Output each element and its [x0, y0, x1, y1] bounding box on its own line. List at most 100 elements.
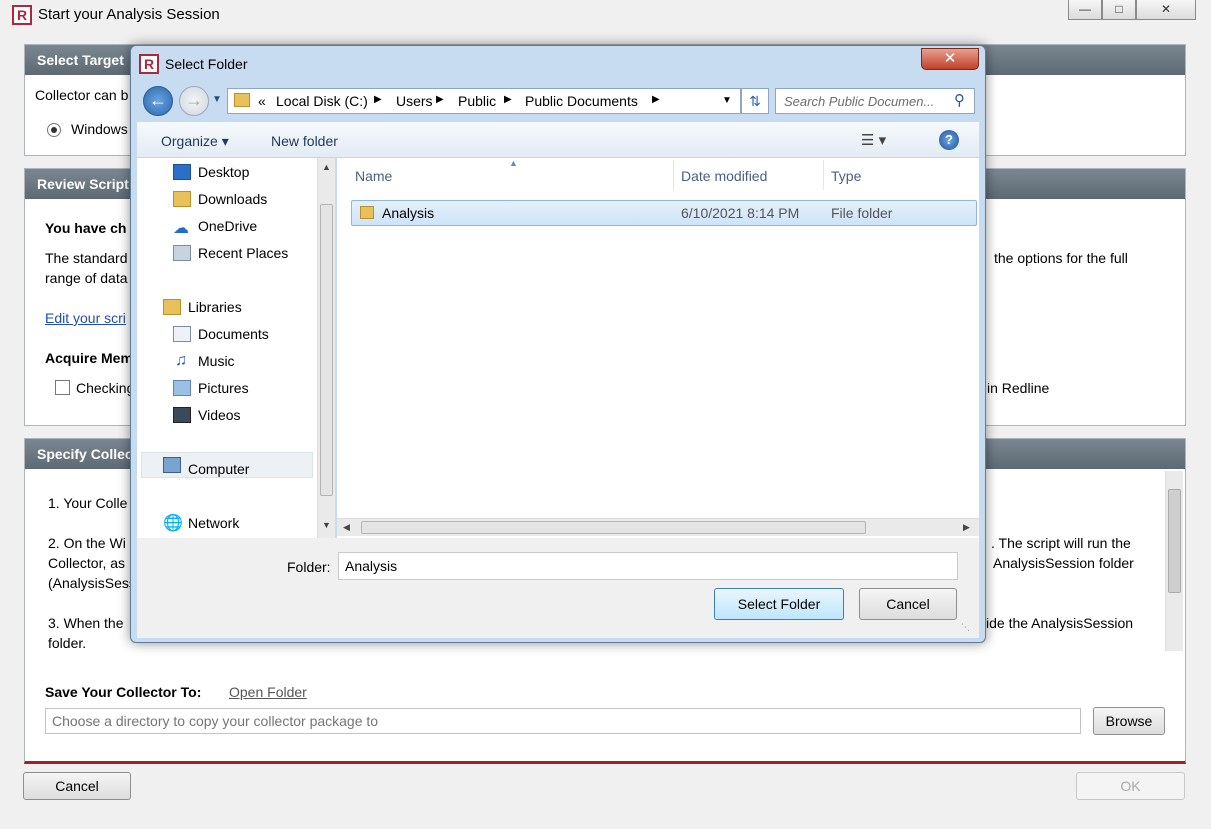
column-header-date[interactable]: Date modified	[681, 168, 767, 184]
folder-input[interactable]: Analysis	[338, 552, 958, 580]
minimize-button[interactable]: —	[1068, 0, 1102, 20]
select-folder-button[interactable]: Select Folder	[714, 588, 844, 620]
breadcrumb-local-disk[interactable]: Local Disk (C:)	[276, 93, 368, 109]
nav-scrollbar[interactable]: ▲ ▼	[317, 158, 335, 538]
review-bold-text: You have ch	[45, 220, 127, 236]
new-folder-button[interactable]: New folder	[271, 133, 338, 149]
network-icon: 🌐	[163, 515, 183, 532]
recent-places-icon	[173, 245, 191, 261]
step3-line1: 3. When the	[48, 615, 124, 631]
acquire-memory-checkbox[interactable]	[55, 380, 70, 395]
acquire-memory-right-text: in Redline	[987, 380, 1050, 396]
close-button[interactable]: ✕	[1136, 0, 1196, 20]
organize-button[interactable]: Organize ▾	[161, 133, 229, 150]
dialog-toolbar: Organize ▾ New folder ☰ ▾ ?	[137, 122, 979, 158]
edit-script-link[interactable]: Edit your scri	[45, 310, 126, 326]
column-divider[interactable]	[823, 160, 824, 190]
file-list-pane: ▲ Name Date modified Type Analysis 6/10/…	[337, 158, 979, 538]
search-placeholder: Search Public Documen...	[784, 94, 935, 109]
search-icon[interactable]: ⚲	[954, 91, 965, 109]
nav-item-documents[interactable]: Documents	[198, 326, 269, 342]
file-horizontal-scrollbar[interactable]: ◀ ▶	[337, 518, 979, 536]
instructions-scrollbar[interactable]	[1165, 471, 1183, 651]
forward-button[interactable]: →	[179, 86, 209, 116]
downloads-icon	[173, 191, 191, 207]
review-paragraph-line2: range of data	[45, 270, 128, 286]
nav-scrollbar-thumb[interactable]	[320, 204, 333, 496]
nav-item-recent-places[interactable]: Recent Places	[198, 245, 288, 261]
scrollbar-thumb[interactable]	[1168, 489, 1181, 593]
nav-item-computer[interactable]: Computer	[188, 461, 249, 477]
nav-item-pictures[interactable]: Pictures	[198, 380, 249, 396]
cancel-button[interactable]: Cancel	[23, 772, 131, 800]
back-button[interactable]: ←	[143, 86, 173, 116]
scroll-right-icon[interactable]: ▶	[963, 522, 970, 533]
nav-item-downloads[interactable]: Downloads	[198, 191, 267, 207]
resize-grip-icon[interactable]: ⋱	[961, 622, 970, 633]
scroll-left-icon[interactable]: ◀	[343, 522, 350, 533]
column-header-type[interactable]: Type	[831, 168, 861, 184]
file-type: File folder	[831, 205, 893, 221]
scroll-down-icon[interactable]: ▼	[322, 520, 331, 530]
pictures-icon	[173, 380, 191, 396]
refresh-button[interactable]: ⇅	[741, 88, 769, 114]
address-bar[interactable]: « Local Disk (C:) ▶ Users ▶ Public ▶ Pub…	[227, 88, 741, 114]
refresh-icon: ⇅	[749, 93, 761, 109]
horizontal-scrollbar-thumb[interactable]	[361, 521, 866, 534]
step2-line2: Collector, as	[48, 555, 126, 571]
breadcrumb-separator-icon[interactable]: ▶	[374, 94, 382, 105]
review-paragraph-line1: The standard	[45, 250, 128, 266]
breadcrumb-public-documents[interactable]: Public Documents	[525, 93, 638, 109]
breadcrumb-overflow[interactable]: «	[258, 93, 266, 109]
breadcrumb-separator-icon[interactable]: ▶	[436, 94, 444, 105]
radio-dot	[51, 127, 57, 133]
nav-item-videos[interactable]: Videos	[198, 407, 241, 423]
select-folder-dialog: R Select Folder ✕ ← → ▼ « Local Disk (C:…	[130, 45, 986, 643]
nav-item-network[interactable]: Network	[188, 515, 239, 531]
forward-arrow-icon: →	[185, 90, 203, 110]
browse-button[interactable]: Browse	[1093, 707, 1165, 735]
breadcrumb-users[interactable]: Users	[396, 93, 433, 109]
help-icon[interactable]: ?	[939, 130, 959, 150]
restore-button[interactable]: □	[1102, 0, 1136, 20]
sort-ascending-icon: ▲	[509, 158, 518, 168]
dialog-cancel-button[interactable]: Cancel	[859, 588, 957, 620]
desktop-icon	[173, 164, 191, 180]
scroll-up-icon[interactable]: ▲	[322, 162, 331, 172]
documents-icon	[173, 326, 191, 342]
windows-radio-label: Windows	[71, 121, 128, 137]
computer-icon	[163, 457, 181, 473]
open-folder-link[interactable]: Open Folder	[229, 684, 307, 700]
folder-input-value: Analysis	[345, 558, 398, 574]
folder-icon	[234, 93, 250, 107]
nav-item-desktop[interactable]: Desktop	[198, 164, 249, 180]
acquire-memory-checkbox-label: Checking	[76, 380, 135, 396]
back-arrow-icon: ←	[149, 90, 167, 110]
column-header-name[interactable]: Name	[355, 168, 392, 184]
recent-dropdown-icon[interactable]: ▼	[212, 94, 222, 105]
nav-item-onedrive[interactable]: OneDrive	[198, 218, 257, 234]
save-path-input[interactable]	[45, 708, 1081, 734]
breadcrumb-public[interactable]: Public	[458, 93, 496, 109]
dialog-logo: R	[139, 54, 159, 74]
breadcrumb-separator-icon[interactable]: ▶	[504, 94, 512, 105]
step3-line2: folder.	[48, 635, 87, 651]
column-divider[interactable]	[673, 160, 674, 190]
dialog-close-button[interactable]: ✕	[921, 48, 979, 70]
search-box[interactable]: Search Public Documen... ⚲	[775, 88, 975, 114]
nav-item-music[interactable]: Music	[198, 353, 235, 369]
file-row-analysis[interactable]: Analysis 6/10/2021 8:14 PM File folder	[351, 200, 977, 226]
navigation-pane: Desktop Downloads ☁ OneDrive Recent Plac…	[137, 158, 335, 538]
ok-button[interactable]: OK	[1076, 772, 1185, 800]
app-logo: R	[12, 5, 32, 25]
step3-right1: ide the AnalysisSession	[986, 615, 1134, 631]
view-options-icon[interactable]: ☰ ▾	[861, 131, 886, 149]
windows-radio[interactable]	[47, 123, 61, 137]
folder-label: Folder:	[287, 559, 331, 575]
acquire-memory-heading: Acquire Mem	[45, 350, 133, 366]
breadcrumb-separator-icon[interactable]: ▶	[652, 94, 660, 105]
address-dropdown-icon[interactable]: ▼	[722, 95, 732, 106]
collector-text: Collector can b	[35, 87, 129, 103]
nav-item-libraries[interactable]: Libraries	[188, 299, 242, 315]
folder-icon	[360, 206, 374, 219]
